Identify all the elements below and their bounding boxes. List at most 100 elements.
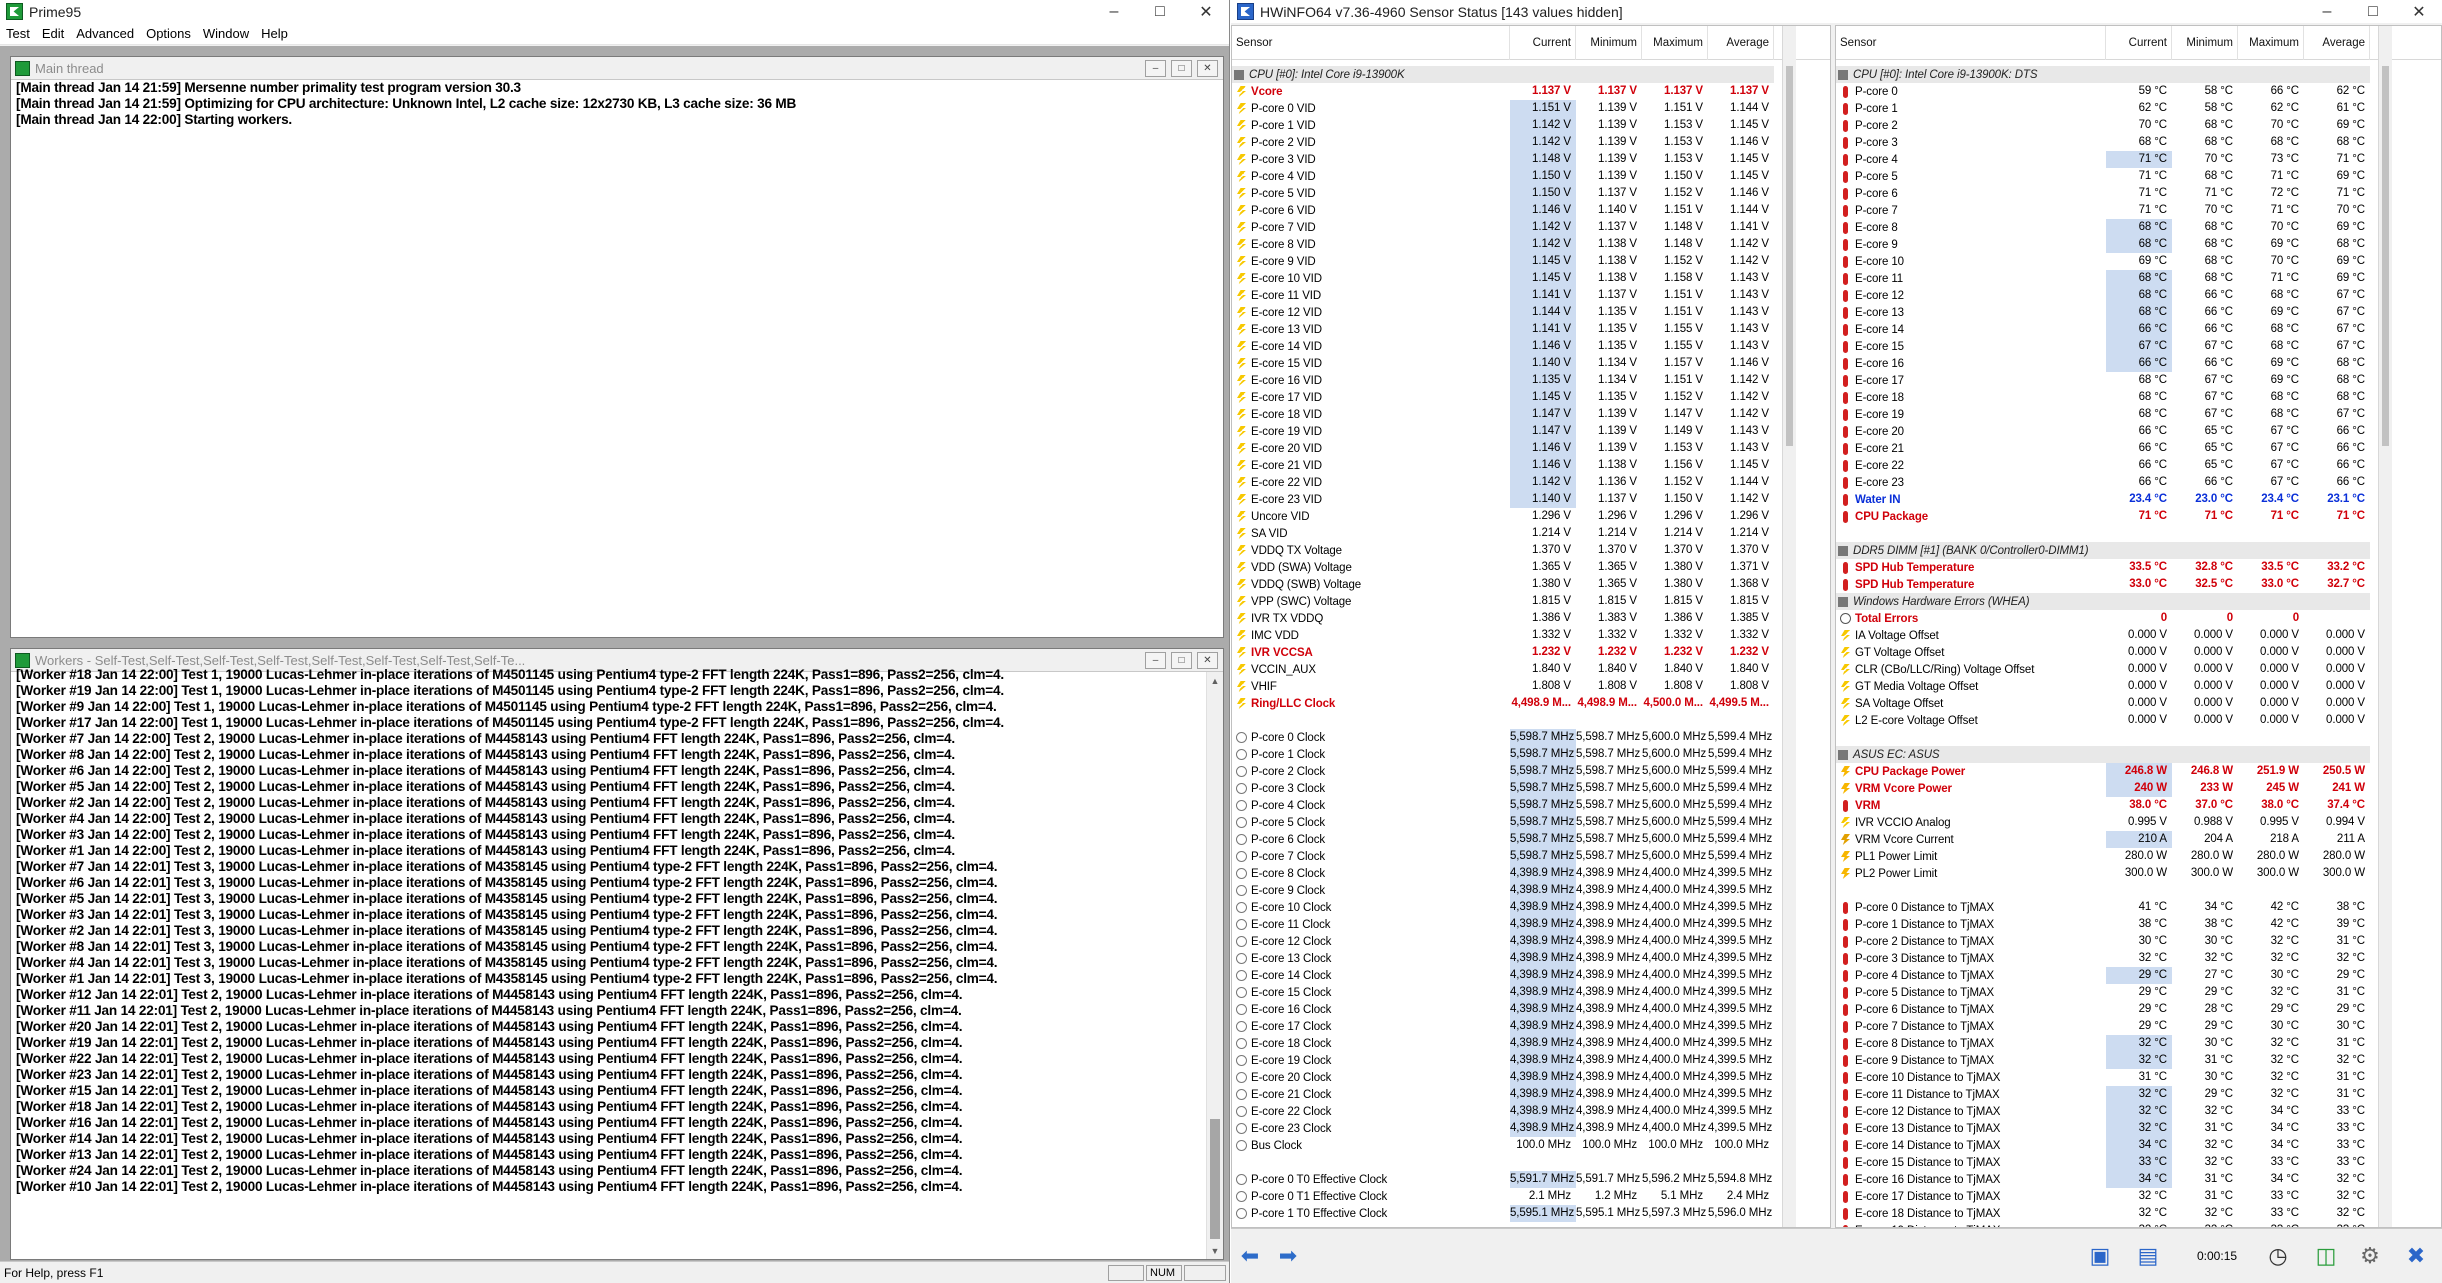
sensor-row[interactable]: IVR VCCIO Analog 0.995 V 0.988 V 0.995 V 0.9…	[1836, 814, 2441, 831]
child-close-icon[interactable]: ✕	[1197, 59, 1218, 77]
sensor-row[interactable]: P-core 5 71 °C 68 °C 71 °C 69 °C	[1836, 168, 2441, 185]
sensor-column-header[interactable]: Sensor Current Minimum Maximum Average	[1836, 26, 2441, 60]
column-sensor[interactable]: Sensor	[1232, 26, 1510, 60]
menu-options[interactable]: Options	[140, 26, 197, 41]
close-icon[interactable]: ✕	[2396, 0, 2442, 23]
sensor-row[interactable]: IVR TX VDDQ 1.386 V 1.383 V 1.386 V 1.385 V	[1232, 610, 1830, 627]
sensor-pane-left[interactable]: Sensor Current Minimum Maximum Average CPU [#…	[1231, 25, 1831, 1228]
sensor-row[interactable]: E-core 19 VID 1.147 V 1.139 V 1.149 V 1.143 …	[1232, 423, 1830, 440]
sensor-row[interactable]: E-core 21 66 °C 65 °C 67 °C 66 °C	[1836, 440, 2441, 457]
sensor-row[interactable]: P-core 3 Clock 5,598.7 MHz 5,598.7 MHz 5,60…	[1232, 780, 1830, 797]
nav-right-icon[interactable]: ➡	[1271, 1241, 1305, 1271]
sensor-row[interactable]: E-core 11 Distance to TjMAX 32 °C 29 °C 32 …	[1836, 1086, 2441, 1103]
sensor-row[interactable]: E-core 9 VID 1.145 V 1.138 V 1.152 V 1.142 V	[1232, 253, 1830, 270]
sensor-row[interactable]: E-core 14 Distance to TjMAX 34 °C 32 °C 34 …	[1836, 1137, 2441, 1154]
sensor-row[interactable]: CLR (CBo/LLC/Ring) Voltage Offset 0.000 V…	[1836, 661, 2441, 678]
sensor-row[interactable]: E-core 13 Distance to TjMAX 32 °C 31 °C 34 …	[1836, 1120, 2441, 1137]
sensor-row[interactable]: SPD Hub Temperature 33.5 °C 32.8 °C 33.5 °C…	[1836, 559, 2441, 576]
sensor-row[interactable]: E-core 23 66 °C 66 °C 67 °C 66 °C	[1836, 474, 2441, 491]
minimize-icon[interactable]: –	[1091, 0, 1137, 23]
sensor-row[interactable]: E-core 16 Distance to TjMAX 34 °C 31 °C 34 …	[1836, 1171, 2441, 1188]
prime95-title-bar[interactable]: Prime95 – □ ✕	[0, 0, 1229, 23]
sensor-row[interactable]: E-core 12 VID 1.144 V 1.135 V 1.151 V 1.143 …	[1232, 304, 1830, 321]
sensor-row[interactable]: IA Voltage Offset 0.000 V 0.000 V 0.000 V 0.…	[1836, 627, 2441, 644]
sensor-row[interactable]: E-core 15 VID 1.140 V 1.134 V 1.157 V 1.146 …	[1232, 355, 1830, 372]
sensor-row[interactable]: P-core 1 VID 1.142 V 1.139 V 1.153 V 1.145 V	[1232, 117, 1830, 134]
sensor-row[interactable]: E-core 14 VID 1.146 V 1.135 V 1.155 V 1.143 …	[1232, 338, 1830, 355]
sensor-row[interactable]: P-core 4 Distance to TjMAX 29 °C 27 °C 30 °…	[1836, 967, 2441, 984]
sensor-row[interactable]: PL2 Power Limit 300.0 W 300.0 W 300.0 W 300.…	[1836, 865, 2441, 882]
menu-help[interactable]: Help	[255, 26, 294, 41]
sensor-pane-right[interactable]: Sensor Current Minimum Maximum Average CPU [#…	[1835, 25, 2442, 1228]
column-maximum[interactable]: Maximum	[1642, 26, 1708, 60]
sensor-group-header[interactable]: CPU [#0]: Intel Core i9-13900K	[1232, 66, 1774, 83]
sensor-row[interactable]: CPU Package Power 246.8 W 246.8 W 251.9 W 25…	[1836, 763, 2441, 780]
sensor-row[interactable]: P-core 2 70 °C 68 °C 70 °C 69 °C	[1836, 117, 2441, 134]
child-minimize-icon[interactable]: –	[1145, 59, 1166, 77]
sensor-row[interactable]: E-core 16 66 °C 66 °C 69 °C 68 °C	[1836, 355, 2441, 372]
sensor-row[interactable]: P-core 3 68 °C 68 °C 68 °C 68 °C	[1836, 134, 2441, 151]
sensor-row[interactable]: VDDQ TX Voltage 1.370 V 1.370 V 1.370 V 1.37…	[1232, 542, 1830, 559]
sensor-row[interactable]: P-core 6 71 °C 71 °C 72 °C 71 °C	[1836, 185, 2441, 202]
sensor-row[interactable]: E-core 8 68 °C 68 °C 70 °C 69 °C	[1836, 219, 2441, 236]
sensor-row[interactable]: E-core 12 Clock 4,398.9 MHz 4,398.9 MHz 4,4…	[1232, 933, 1830, 950]
sensor-row[interactable]: E-core 17 VID 1.145 V 1.135 V 1.152 V 1.142 …	[1232, 389, 1830, 406]
workers-scrollbar[interactable]: ▲ ▼	[1206, 672, 1223, 1259]
sensor-row[interactable]: E-core 9 Distance to TjMAX 32 °C 31 °C 32 °…	[1836, 1052, 2441, 1069]
sensor-row[interactable]: VHIF 1.808 V 1.808 V 1.808 V 1.808 V	[1232, 678, 1830, 695]
column-current[interactable]: Current	[2106, 26, 2172, 60]
sensor-row[interactable]: P-core 2 Distance to TjMAX 30 °C 30 °C 32 °…	[1836, 933, 2441, 950]
hwinfo-title-bar[interactable]: HWiNFO64 v7.36-4960 Sensor Status [143 v…	[1231, 0, 2442, 23]
sensor-row[interactable]: E-core 9 68 °C 68 °C 69 °C 68 °C	[1836, 236, 2441, 253]
sensor-row[interactable]: P-core 1 62 °C 58 °C 62 °C 61 °C	[1836, 100, 2441, 117]
sensor-row[interactable]: P-core 7 VID 1.142 V 1.137 V 1.148 V 1.141 V	[1232, 219, 1830, 236]
sensor-row[interactable]: E-core 12 Distance to TjMAX 32 °C 32 °C 34 …	[1836, 1103, 2441, 1120]
workers-window[interactable]: Workers - Self-Test,Self-Test,Self-Test,…	[10, 648, 1224, 1260]
sensor-row[interactable]: IMC VDD 1.332 V 1.332 V 1.332 V 1.332 V	[1232, 627, 1830, 644]
add-report-icon[interactable]: ◫	[2309, 1241, 2343, 1271]
sensor-row[interactable]: E-core 22 VID 1.142 V 1.136 V 1.152 V 1.144 …	[1232, 474, 1830, 491]
sensor-row[interactable]: VDD (SWA) Voltage 1.365 V 1.365 V 1.380 V 1.…	[1232, 559, 1830, 576]
sensor-row[interactable]: E-core 18 Distance to TjMAX 32 °C 32 °C 33 …	[1836, 1205, 2441, 1222]
sensor-row[interactable]: P-core 7 Distance to TjMAX 29 °C 29 °C 30 °…	[1836, 1018, 2441, 1035]
child-maximize-icon[interactable]: □	[1171, 651, 1192, 669]
sensor-row[interactable]: E-core 15 67 °C 67 °C 68 °C 67 °C	[1836, 338, 2441, 355]
sensor-row[interactable]: P-core 0 59 °C 58 °C 66 °C 62 °C	[1836, 83, 2441, 100]
main-thread-title-bar[interactable]: Main thread – □ ✕	[11, 57, 1223, 80]
sensor-row[interactable]: E-core 20 VID 1.146 V 1.139 V 1.153 V 1.143 …	[1232, 440, 1830, 457]
sensor-row[interactable]: Bus Clock 100.0 MHz 100.0 MHz 100.0 MHz 100.…	[1232, 1137, 1830, 1154]
sensor-row[interactable]: E-core 20 Clock 4,398.9 MHz 4,398.9 MHz 4,4…	[1232, 1069, 1830, 1086]
sensor-group-header[interactable]: DDR5 DIMM [#1] (BANK 0/Controller0-DIMM1…	[1836, 542, 2370, 559]
sensor-row[interactable]: P-core 5 Distance to TjMAX 29 °C 29 °C 32 °…	[1836, 984, 2441, 1001]
sensor-column-header[interactable]: Sensor Current Minimum Maximum Average	[1232, 26, 1830, 60]
close-x-icon[interactable]: ✖	[2399, 1241, 2433, 1271]
pane-scrollbar[interactable]	[2378, 26, 2392, 1227]
sensor-row[interactable]: Water IN 23.4 °C 23.0 °C 23.4 °C 23.1 °C	[1836, 491, 2441, 508]
sensor-row[interactable]: L2 E-core Voltage Offset 0.000 V 0.000 V 0.…	[1836, 712, 2441, 729]
column-minimum[interactable]: Minimum	[2172, 26, 2238, 60]
sensor-row[interactable]: E-core 18 VID 1.147 V 1.139 V 1.147 V 1.142 …	[1232, 406, 1830, 423]
sensor-group-header[interactable]: Windows Hardware Errors (WHEA)	[1836, 593, 2370, 610]
sensor-row[interactable]: E-core 14 66 °C 66 °C 68 °C 67 °C	[1836, 321, 2441, 338]
sensor-row[interactable]: E-core 10 Clock 4,398.9 MHz 4,398.9 MHz 4,4…	[1232, 899, 1830, 916]
sensor-row[interactable]: CPU Package 71 °C 71 °C 71 °C 71 °C	[1836, 508, 2441, 525]
child-minimize-icon[interactable]: –	[1145, 651, 1166, 669]
menu-edit[interactable]: Edit	[36, 26, 70, 41]
sensor-row[interactable]: P-core 0 T1 Effective Clock 2.1 MHz 1.2 MH…	[1232, 1188, 1830, 1205]
sensor-row[interactable]: P-core 6 Clock 5,598.7 MHz 5,598.7 MHz 5,60…	[1232, 831, 1830, 848]
sensor-row[interactable]: E-core 8 Distance to TjMAX 32 °C 30 °C 32 °…	[1836, 1035, 2441, 1052]
sensor-row[interactable]: P-core 0 Clock 5,598.7 MHz 5,598.7 MHz 5,60…	[1232, 729, 1830, 746]
menu-advanced[interactable]: Advanced	[70, 26, 140, 41]
child-close-icon[interactable]: ✕	[1197, 651, 1218, 669]
sensor-row[interactable]: IVR VCCSA 1.232 V 1.232 V 1.232 V 1.232 V	[1232, 644, 1830, 661]
sensor-row[interactable]: Uncore VID 1.296 V 1.296 V 1.296 V 1.296 V	[1232, 508, 1830, 525]
scroll-thumb[interactable]	[2382, 66, 2389, 446]
sensor-row[interactable]: E-core 17 Clock 4,398.9 MHz 4,398.9 MHz 4,4…	[1232, 1018, 1830, 1035]
sensor-row[interactable]: P-core 5 VID 1.150 V 1.137 V 1.152 V 1.146 V	[1232, 185, 1830, 202]
child-maximize-icon[interactable]: □	[1171, 59, 1192, 77]
sensor-row[interactable]: E-core 13 VID 1.141 V 1.135 V 1.155 V 1.143 …	[1232, 321, 1830, 338]
sensor-row[interactable]: VDDQ (SWB) Voltage 1.380 V 1.365 V 1.380 V 1…	[1232, 576, 1830, 593]
sensor-row[interactable]: VRM 38.0 °C 37.0 °C 38.0 °C 37.4 °C	[1836, 797, 2441, 814]
pane-scrollbar[interactable]	[1782, 26, 1796, 1227]
sensor-row[interactable]: E-core 9 Clock 4,398.9 MHz 4,398.9 MHz 4,40…	[1232, 882, 1830, 899]
